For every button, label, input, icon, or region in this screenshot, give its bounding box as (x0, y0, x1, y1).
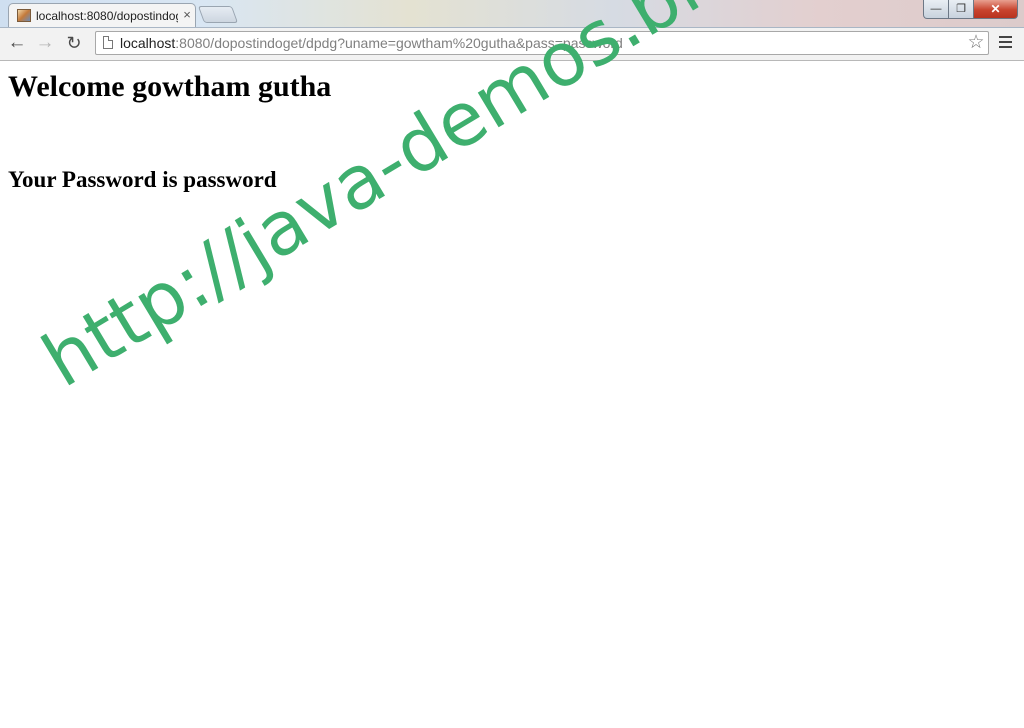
page-icon (103, 36, 113, 49)
window-controls: — ❐ ✕ (923, 0, 1018, 20)
menu-icon-bar (999, 41, 1012, 43)
maximize-button[interactable]: ❐ (949, 0, 974, 19)
tab-title: localhost:8080/dopostindoget/dpdg?uname=… (36, 9, 178, 23)
welcome-heading: Welcome gowtham gutha (8, 70, 332, 103)
page-content: Welcome gowtham gutha Your Password is p… (0, 61, 1024, 728)
address-host: localhost (120, 35, 176, 51)
tab-close-icon[interactable]: × (181, 8, 193, 22)
back-arrow-icon[interactable]: ← (6, 32, 28, 54)
close-window-button[interactable]: ✕ (974, 0, 1018, 19)
reload-icon[interactable]: ↻ (63, 32, 85, 54)
password-text: Your Password is password (8, 167, 277, 192)
menu-icon-bar (999, 46, 1012, 48)
menu-icon[interactable] (999, 36, 1013, 50)
new-tab-button[interactable] (197, 6, 239, 23)
title-bar: localhost:8080/dopostindoget/dpdg?uname=… (0, 0, 1024, 28)
menu-icon-bar (999, 36, 1012, 38)
minimize-button[interactable]: — (923, 0, 949, 19)
browser-window: localhost:8080/dopostindoget/dpdg?uname=… (0, 0, 1024, 728)
forward-arrow-icon[interactable]: → (34, 32, 56, 54)
site-favicon-icon (17, 9, 31, 22)
tab-active[interactable]: localhost:8080/dopostindoget/dpdg?uname=… (8, 3, 196, 27)
star-icon[interactable]: ☆ (966, 33, 986, 53)
